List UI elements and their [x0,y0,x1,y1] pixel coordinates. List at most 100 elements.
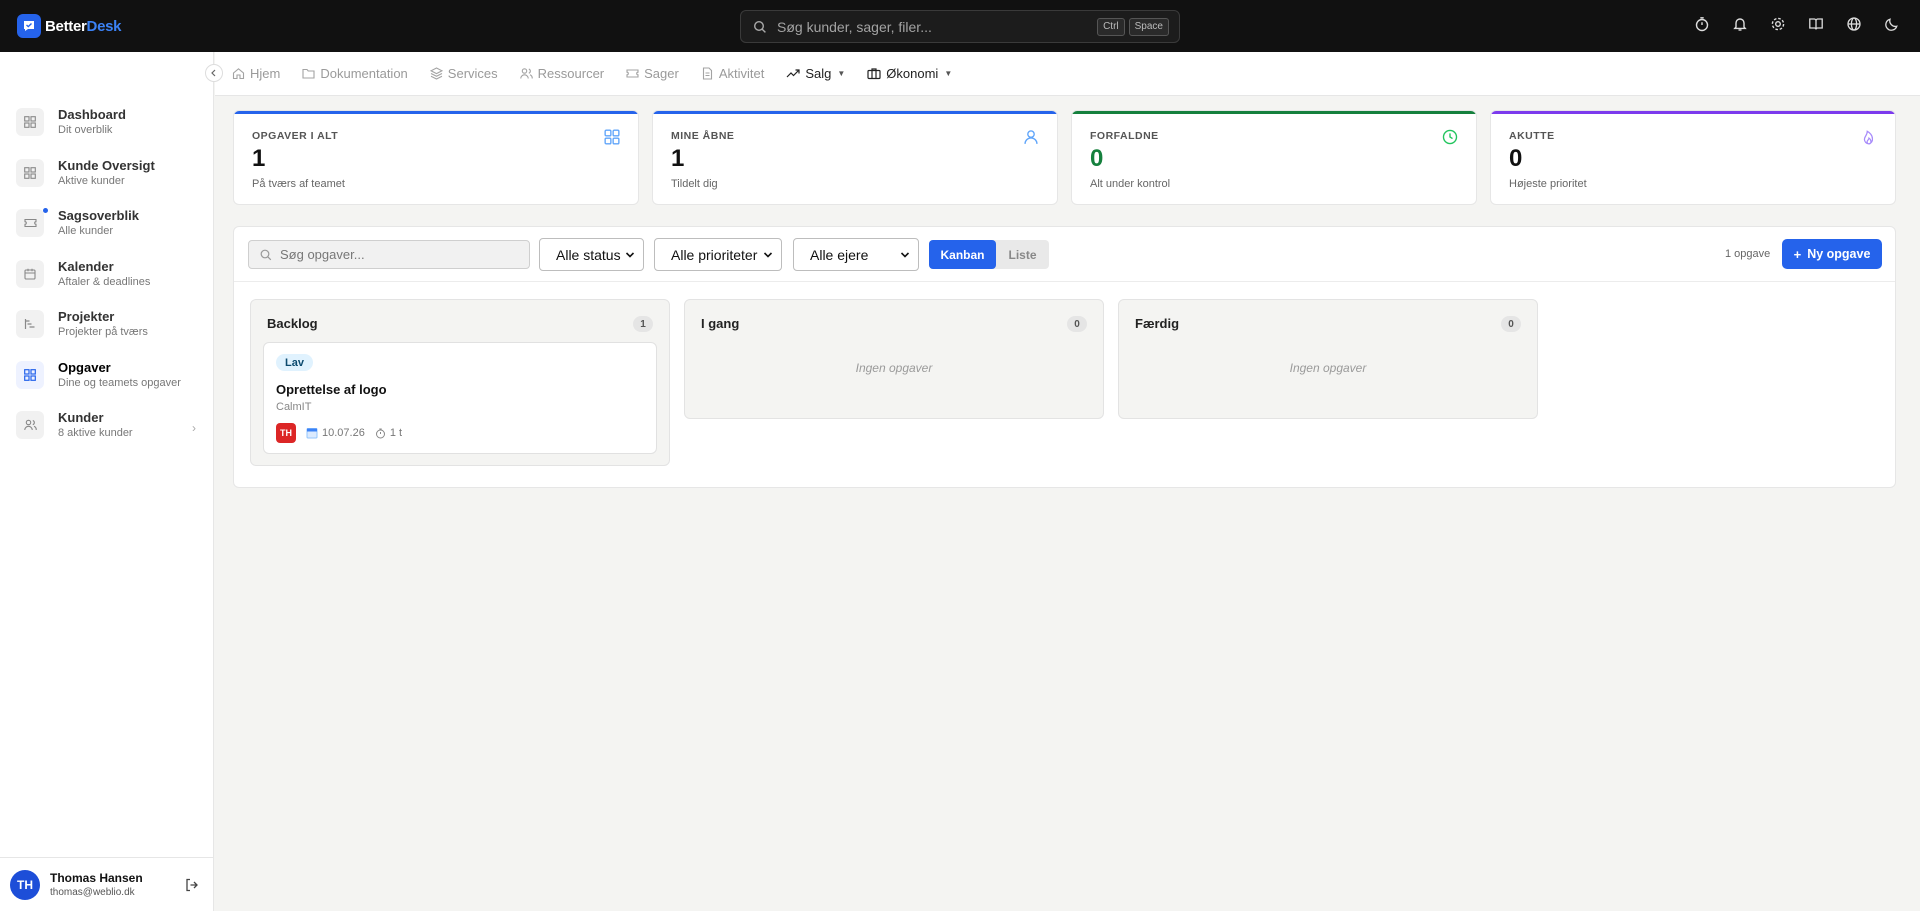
timer-icon[interactable] [1692,14,1712,34]
book-icon[interactable] [1806,14,1826,34]
search-icon [260,249,272,260]
task-search-input[interactable]: Søg opgaver... [248,240,530,269]
home-icon [232,68,245,80]
new-task-button[interactable]: + Ny opgave [1782,239,1882,269]
moon-icon[interactable] [1882,14,1902,34]
sidebar-item-kunder[interactable]: Kunder 8 aktive kunder › [16,405,196,456]
grid-icon [16,158,44,187]
owner-filter-select[interactable]: Alle ejere [793,238,919,271]
sub-navigation: Hjem Dokumentation Services Ressourcer S… [215,52,1920,96]
kanban-view-button[interactable]: Kanban [929,240,996,269]
global-search-placeholder: Søg kunder, sager, filer... [777,18,932,35]
tab-sager[interactable]: Sager [626,66,679,81]
task-card[interactable]: Lav Oprettelse af logo CalmIT TH 10.07.2… [263,342,657,454]
ticket-icon [16,209,44,237]
task-title: Oprettelse af logo [276,382,387,397]
chevron-down-icon [625,252,635,258]
sidebar-item-opgaver[interactable]: Opgaver Dine og teamets opgaver [16,355,196,406]
avatar[interactable]: TH [10,869,40,900]
user-email: thomas@weblio.dk [50,887,135,898]
stat-card-total: OPGAVER I ALT 1 På tværs af teamet [233,110,639,205]
stat-accent-bar [1072,111,1476,114]
sidebar-nav: Dashboard Dit overblik Kunde Oversigt Ak… [16,102,196,456]
tab-salg[interactable]: Salg ▼ [786,66,845,81]
brand-name: BetterDesk [45,17,122,35]
sidebar-item-projekter[interactable]: Projekter Projekter på tværs [16,304,196,355]
task-search-placeholder: Søg opgaver... [280,247,365,262]
task-meta: TH 10.07.26 1 t [276,423,402,443]
task-estimate: 1 t [389,427,403,439]
stat-sub: Alt under kontrol [1090,178,1171,190]
empty-state-text: Ingen opgaver [855,361,933,375]
tab-label: Aktivitet [718,66,765,81]
user-profile: TH Thomas Hansen thomas@weblio.dk [0,857,214,911]
tab-label: Sager [644,66,679,81]
flame-icon [1863,130,1874,145]
tab-label: Dokumentation [320,66,408,81]
sidebar-item-sub: Aktive kunder [58,174,125,187]
kbd-space: Space [1128,17,1169,36]
tab-ressourcer[interactable]: Ressourcer [519,66,605,81]
sidebar-item-label: Kalender [58,258,114,274]
caret-down-icon: ▼ [837,69,846,78]
stat-card-overdue: FORFALDNE 0 Alt under kontrol [1071,110,1477,205]
folder-icon [302,68,315,79]
tab-aktivitet[interactable]: Aktivitet [701,66,765,81]
logout-icon[interactable] [184,877,200,893]
sidebar-item-sub: Dit overblik [58,124,113,136]
sidebar-item-label: Dashboard [58,107,126,122]
plus-icon: + [1793,246,1802,262]
priority-filter-select[interactable]: Alle prioriteter [654,238,782,271]
global-search-input[interactable]: Søg kunder, sager, filer... Ctrl Space [740,10,1180,43]
layers-icon [429,67,443,80]
stat-label: AKUTTE [1509,130,1555,142]
sidebar-item-sub: Dine og teamets opgaver [58,376,181,389]
tab-services[interactable]: Services [429,66,498,81]
tab-dokumentation[interactable]: Dokumentation [302,66,408,81]
assignee-avatar[interactable]: TH [276,423,296,443]
tab-okonomi[interactable]: Økonomi ▼ [867,66,952,81]
priority-tag: Lav [276,354,313,371]
chevron-left-icon [211,69,216,77]
clock-icon [1442,129,1458,145]
empty-state-text: Ingen opgaver [1289,361,1367,375]
stat-label: MINE ÅBNE [671,130,735,142]
bell-icon[interactable] [1730,14,1750,34]
sidebar-item-sub: Projekter på tværs [58,326,148,338]
sidebar-item-kunde-oversigt[interactable]: Kunde Oversigt Aktive kunder [16,153,196,204]
column-title: Backlog [267,316,318,331]
tab-hjem[interactable]: Hjem [232,66,280,81]
chevron-down-icon [763,252,773,258]
stat-value: 0 [1090,145,1104,172]
sidebar-item-sagsoverblik[interactable]: Sagsoverblik Alle kunder [16,203,196,254]
sidebar-item-dashboard[interactable]: Dashboard Dit overblik [16,102,196,153]
gear-icon[interactable] [1768,14,1788,34]
select-value: Alle status [556,246,621,263]
sidebar-item-kalender[interactable]: Kalender Aftaler & deadlines [16,254,196,305]
new-task-label: Ny opgave [1807,247,1871,261]
collapse-sidebar-button[interactable] [205,64,223,82]
calendar-icon [306,428,318,439]
list-view-button[interactable]: Liste [996,240,1049,269]
sidebar-item-sub: Alle kunder [58,225,114,237]
stat-value: 1 [252,145,266,172]
tasks-toolbar: Søg opgaver... Alle status Alle priorite… [234,227,1895,282]
column-count-badge: 1 [633,316,653,332]
brand-logo[interactable]: BetterDesk [17,14,122,38]
tab-label: Ressourcer [537,66,605,81]
task-customer: CalmIT [276,401,312,413]
select-value: Alle prioriteter [671,246,758,263]
stat-sub: På tværs af teamet [252,178,345,190]
globe-icon[interactable] [1844,14,1864,34]
chevron-right-icon: › [192,421,196,435]
stopwatch-icon [375,428,385,438]
column-count-badge: 0 [1501,316,1521,332]
stat-card-urgent: AKUTTE 0 Højeste prioritet [1490,110,1896,205]
document-icon [702,67,712,80]
kanban-column-faerdig: Færdig 0 Ingen opgaver [1118,299,1538,419]
sidebar-item-sub: 8 aktive kunder [58,427,133,439]
status-filter-select[interactable]: Alle status [539,238,644,271]
select-value: Alle ejere [810,246,869,263]
view-toggle: Kanban Liste [929,240,1049,269]
user-icon [1024,130,1038,144]
